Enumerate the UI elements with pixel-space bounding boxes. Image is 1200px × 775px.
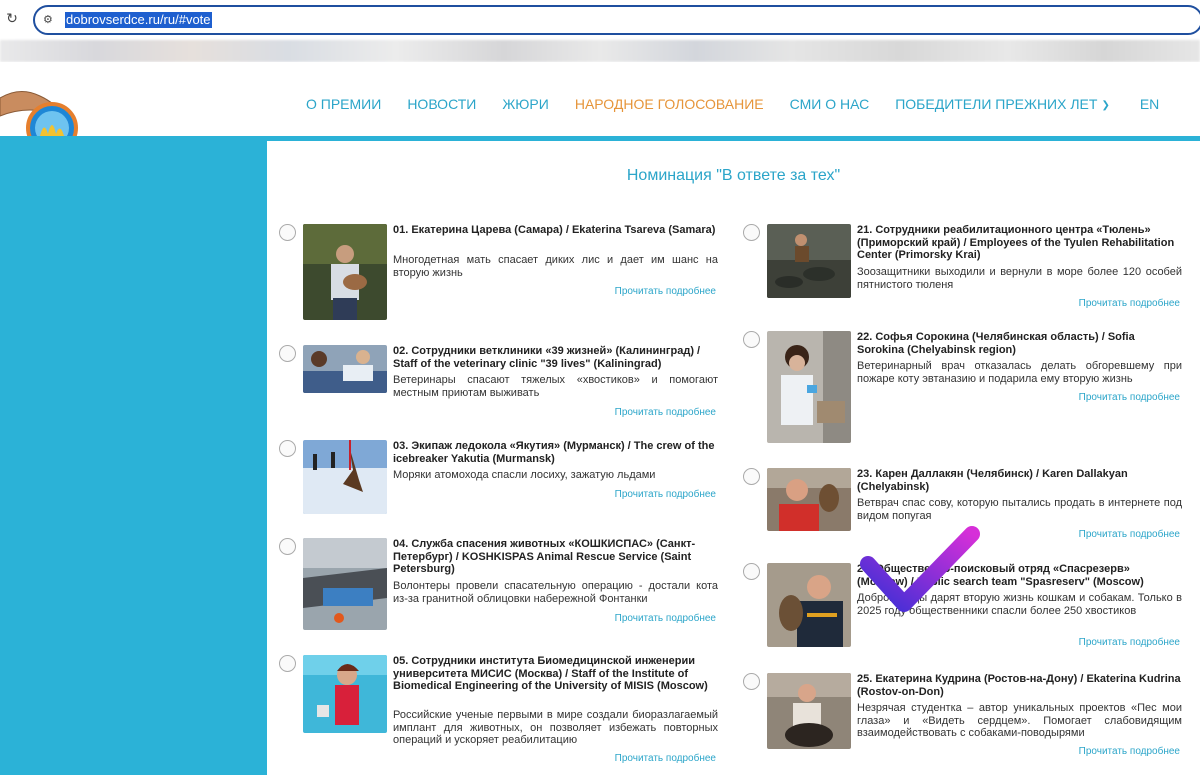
nomination-title: Номинация "В ответе за тех" xyxy=(626,167,841,184)
nominee-desc: Ветеринары спасают тяжелых «хвостиков» и… xyxy=(393,374,718,399)
browser-toolbar: ↻ ⚙ dobrovserdce.ru/ru/#vote xyxy=(0,0,1200,40)
nominee-card: 04. Служба спасения животных «КОШКИСПАС»… xyxy=(279,538,718,633)
vote-radio[interactable] xyxy=(279,440,296,457)
left-background xyxy=(0,141,267,775)
read-more-link[interactable]: Прочитать подробнее xyxy=(615,286,716,297)
nominee-desc: Волонтеры провели спасательную операцию … xyxy=(393,580,718,605)
bookmarks-bar-blurred xyxy=(0,40,1200,62)
nav-item-vote[interactable]: НАРОДНОЕ ГОЛОСОВАНИЕ xyxy=(575,95,764,115)
nav-item-news[interactable]: НОВОСТИ xyxy=(407,95,476,115)
read-more-link[interactable]: Прочитать подробнее xyxy=(1079,529,1180,540)
read-more-link[interactable]: Прочитать подробнее xyxy=(615,407,716,418)
site-info-icon[interactable]: ⚙ xyxy=(43,13,57,27)
read-more-link[interactable]: Прочитать подробнее xyxy=(1079,392,1180,403)
nominee-card: 05. Сотрудники института Биомедицинской … xyxy=(279,655,718,775)
nominee-card: 22. Софья Сорокина (Челябинская область)… xyxy=(743,331,1182,446)
vote-radio[interactable] xyxy=(279,655,296,672)
nominee-desc: Ветеринарный врач отказалась делать обго… xyxy=(857,360,1182,385)
address-bar[interactable]: ⚙ dobrovserdce.ru/ru/#vote xyxy=(33,5,1200,35)
read-more-link[interactable]: Прочитать подробнее xyxy=(615,613,716,624)
nominee-title: 03. Экипаж ледокола «Якутия» (Мурманск) … xyxy=(393,440,715,465)
chevron-down-icon: ❯ xyxy=(1101,100,1110,111)
vote-radio[interactable] xyxy=(743,673,760,690)
nominee-desc: Ветврач спас сову, которую пытались прод… xyxy=(857,497,1182,522)
read-more-link[interactable]: Прочитать подробнее xyxy=(615,753,716,764)
nominee-title: 05. Сотрудники института Биомедицинской … xyxy=(393,655,708,692)
nominee-card: 03. Экипаж ледокола «Якутия» (Мурманск) … xyxy=(279,440,716,515)
vote-content: Номинация "В ответе за тех" 01. Екатерин… xyxy=(267,141,1200,775)
nominee-photo xyxy=(303,224,387,320)
nominee-photo xyxy=(303,655,387,733)
vote-radio[interactable] xyxy=(743,224,760,241)
site-header: О ПРЕМИИ НОВОСТИ ЖЮРИ НАРОДНОЕ ГОЛОСОВАН… xyxy=(0,62,1200,192)
nav-item-winners-label: ПОБЕДИТЕЛИ ПРЕЖНИХ ЛЕТ xyxy=(895,96,1098,112)
vote-radio[interactable] xyxy=(279,345,296,362)
nominee-title: 22. Софья Сорокина (Челябинская область)… xyxy=(857,331,1135,356)
read-more-link[interactable]: Прочитать подробнее xyxy=(1079,746,1180,757)
vote-radio[interactable] xyxy=(279,538,296,555)
nav-item-about[interactable]: О ПРЕМИИ xyxy=(306,95,381,115)
nominee-photo xyxy=(767,563,851,647)
read-more-link[interactable]: Прочитать подробнее xyxy=(1079,637,1180,648)
nominee-title: 04. Служба спасения животных «КОШКИСПАС»… xyxy=(393,538,696,575)
nav-item-winners[interactable]: ПОБЕДИТЕЛИ ПРЕЖНИХ ЛЕТ ❯ xyxy=(895,95,1110,115)
nominee-title: 25. Екатерина Кудрина (Ростов-на-Дону) /… xyxy=(857,673,1181,698)
nominee-desc: Многодетная мать спасает диких лис и дае… xyxy=(393,254,718,279)
nominee-card: 21. Сотрудники реабилитационного центра … xyxy=(743,224,1182,324)
nominee-photo xyxy=(303,538,387,630)
nominee-title: 21. Сотрудники реабилитационного центра … xyxy=(857,224,1175,261)
nominee-photo xyxy=(303,440,387,514)
url-text[interactable]: dobrovserdce.ru/ru/#vote xyxy=(65,12,212,28)
nominee-title: 01. Екатерина Царева (Самара) / Ekaterin… xyxy=(393,224,716,236)
nominee-photo xyxy=(767,468,851,531)
nominee-title: 02. Сотрудники ветклиники «39 жизней» (К… xyxy=(393,345,701,370)
main-nav: О ПРЕМИИ НОВОСТИ ЖЮРИ НАРОДНОЕ ГОЛОСОВАН… xyxy=(306,95,1159,115)
nominee-desc: Незрячая студентка – автор уникальных пр… xyxy=(857,702,1182,739)
vote-radio[interactable] xyxy=(743,331,760,348)
nominee-photo xyxy=(303,345,387,393)
nominee-photo xyxy=(767,673,851,749)
nominee-title: 23. Карен Даллакян (Челябинск) / Karen D… xyxy=(857,468,1128,493)
nominee-desc: Моряки атомохода спасли лосиху, зажатую … xyxy=(393,469,656,481)
read-more-link[interactable]: Прочитать подробнее xyxy=(615,489,716,500)
nav-item-jury[interactable]: ЖЮРИ xyxy=(502,95,548,115)
read-more-link[interactable]: Прочитать подробнее xyxy=(1079,298,1180,309)
reload-icon[interactable]: ↻ xyxy=(4,10,20,26)
nominee-photo xyxy=(767,331,851,443)
checkmark-overlay-icon xyxy=(860,526,980,612)
nominee-card: 02. Сотрудники ветклиники «39 жизней» (К… xyxy=(279,345,718,418)
nav-item-media[interactable]: СМИ О НАС xyxy=(790,95,870,115)
nominee-desc: Российские ученые первыми в мире создали… xyxy=(393,709,718,746)
nominee-desc: Зоозащитники выходили и вернули в море б… xyxy=(857,266,1182,291)
language-switch[interactable]: EN xyxy=(1140,95,1159,115)
vote-radio[interactable] xyxy=(743,563,760,580)
nominee-card: 01. Екатерина Царева (Самара) / Ekaterin… xyxy=(279,224,718,324)
nominee-card: 25. Екатерина Кудрина (Ростов-на-Дону) /… xyxy=(743,673,1182,768)
nominee-photo xyxy=(767,224,851,298)
vote-radio[interactable] xyxy=(279,224,296,241)
vote-radio[interactable] xyxy=(743,468,760,485)
